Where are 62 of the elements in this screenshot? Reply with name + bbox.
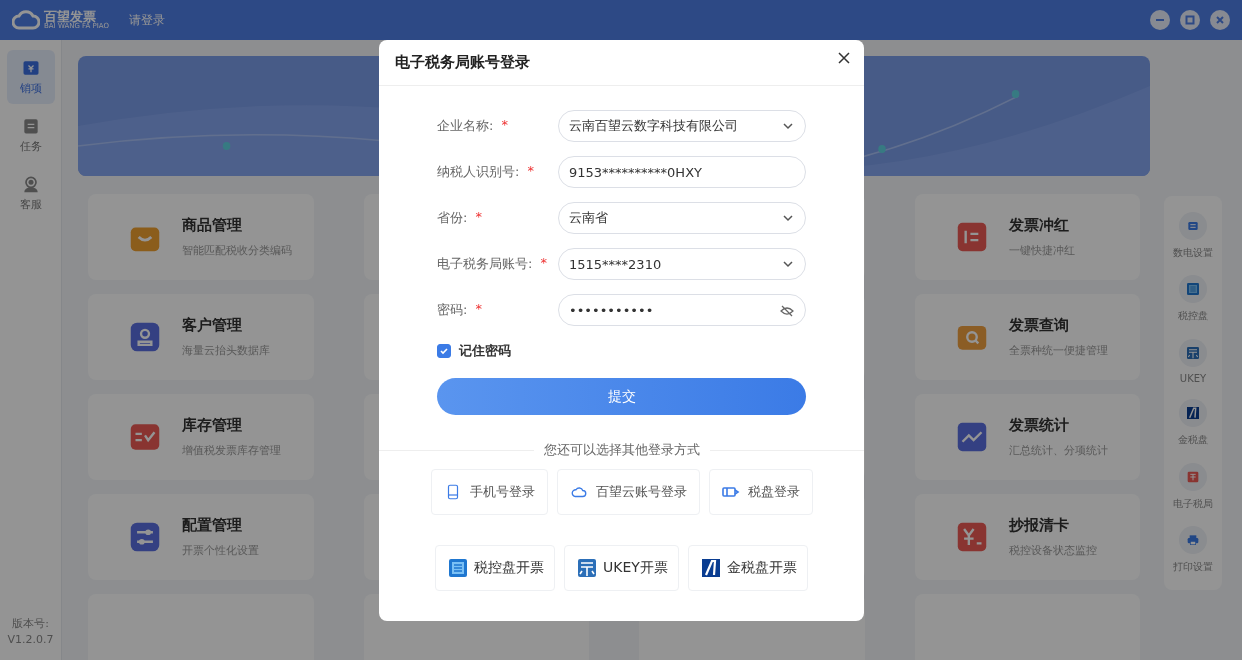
required-mark: * bbox=[475, 301, 482, 318]
card-title: 配置管理 bbox=[182, 516, 243, 535]
toolbar-label: 电子税局 bbox=[1173, 496, 1213, 511]
close-icon[interactable] bbox=[1210, 10, 1230, 30]
card-title: 发票查询 bbox=[1008, 316, 1070, 335]
alt-login-caption: 您还可以选择其他登录方式 bbox=[543, 441, 700, 459]
checkbox-label[interactable]: 记住密码 bbox=[459, 342, 511, 360]
cloud-logo-icon bbox=[12, 10, 40, 30]
login-method-button[interactable]: 税盘登录 bbox=[708, 469, 813, 515]
sidebar-label: 任务 bbox=[19, 139, 42, 154]
version-number: V1.2.0.7 bbox=[7, 633, 54, 646]
ukey-icon bbox=[1185, 344, 1201, 361]
required-mark: * bbox=[527, 163, 534, 180]
card-title: 抄报清卡 bbox=[1008, 516, 1070, 535]
invoice-method-button[interactable]: 税控盘开票 bbox=[435, 545, 556, 591]
card-title: 发票冲红 bbox=[1008, 216, 1070, 235]
required-mark: * bbox=[475, 209, 482, 226]
login-method-button[interactable]: 百望云账号登录 bbox=[556, 469, 700, 515]
minimize-icon[interactable] bbox=[1150, 10, 1170, 30]
select-field[interactable]: 云南省 bbox=[558, 202, 806, 234]
maximize-icon[interactable] bbox=[1180, 10, 1200, 30]
field-label: 电子税务局账号: bbox=[437, 255, 533, 273]
toolbar-label: 税控盘 bbox=[1178, 309, 1208, 324]
dialog-title: 电子税务局账号登录 bbox=[395, 53, 530, 72]
login-method-button[interactable]: 手机号登录 bbox=[430, 469, 548, 515]
close-button[interactable] bbox=[836, 49, 852, 66]
checkbox[interactable] bbox=[437, 344, 451, 358]
input-field[interactable]: 9153**********0HXY bbox=[558, 156, 806, 188]
invoice-method-button[interactable]: UKEY开票 bbox=[564, 545, 679, 591]
check-icon bbox=[439, 346, 449, 356]
select-field[interactable]: 云南百望云数字科技有限公司 bbox=[558, 110, 806, 142]
toolbar-item[interactable]: 电子税局 bbox=[1173, 462, 1213, 511]
field-label: 纳税人识别号: bbox=[437, 163, 520, 181]
card-reader-icon bbox=[721, 486, 740, 498]
card-title: 客户管理 bbox=[182, 316, 243, 335]
sidebar-label: 销项 bbox=[19, 81, 42, 96]
chevron-down-icon[interactable] bbox=[782, 258, 794, 270]
sidebar-item[interactable]: 任务 bbox=[6, 108, 55, 162]
field-label: 密码: bbox=[437, 301, 468, 319]
sidebar-item[interactable]: 客服 bbox=[6, 166, 55, 220]
sidebar-item[interactable]: 销项 bbox=[6, 50, 55, 104]
eye-off-icon[interactable] bbox=[780, 304, 794, 318]
login-link[interactable]: 请登录 bbox=[128, 11, 165, 29]
toolbar-item[interactable]: 税控盘 bbox=[1178, 275, 1208, 324]
sidebar-label: 客服 bbox=[19, 197, 42, 212]
invoice-method-button[interactable]: 金税盘开票 bbox=[687, 545, 808, 591]
chevron-down-icon[interactable] bbox=[782, 212, 794, 224]
required-mark: * bbox=[501, 117, 508, 134]
card-title: 库存管理 bbox=[182, 416, 243, 435]
chevron-down-icon[interactable] bbox=[782, 120, 794, 132]
toolbar-item[interactable]: 金税盘 bbox=[1178, 399, 1208, 448]
submit-button[interactable]: 提交 bbox=[437, 378, 806, 415]
card-title: 发票统计 bbox=[1008, 416, 1070, 435]
password-field[interactable]: ••••••••••• bbox=[558, 294, 806, 326]
field-label: 企业名称: bbox=[437, 117, 494, 135]
field-label: 省份: bbox=[437, 209, 468, 227]
select-field[interactable]: 1515****2310 bbox=[558, 248, 806, 280]
required-mark: * bbox=[540, 255, 547, 272]
toolbar-label: 金税盘 bbox=[1178, 433, 1208, 448]
app-name: 百望发票 bbox=[44, 10, 96, 23]
card-title: 商品管理 bbox=[182, 216, 243, 235]
toolbar-label: UKEY bbox=[1179, 372, 1207, 384]
